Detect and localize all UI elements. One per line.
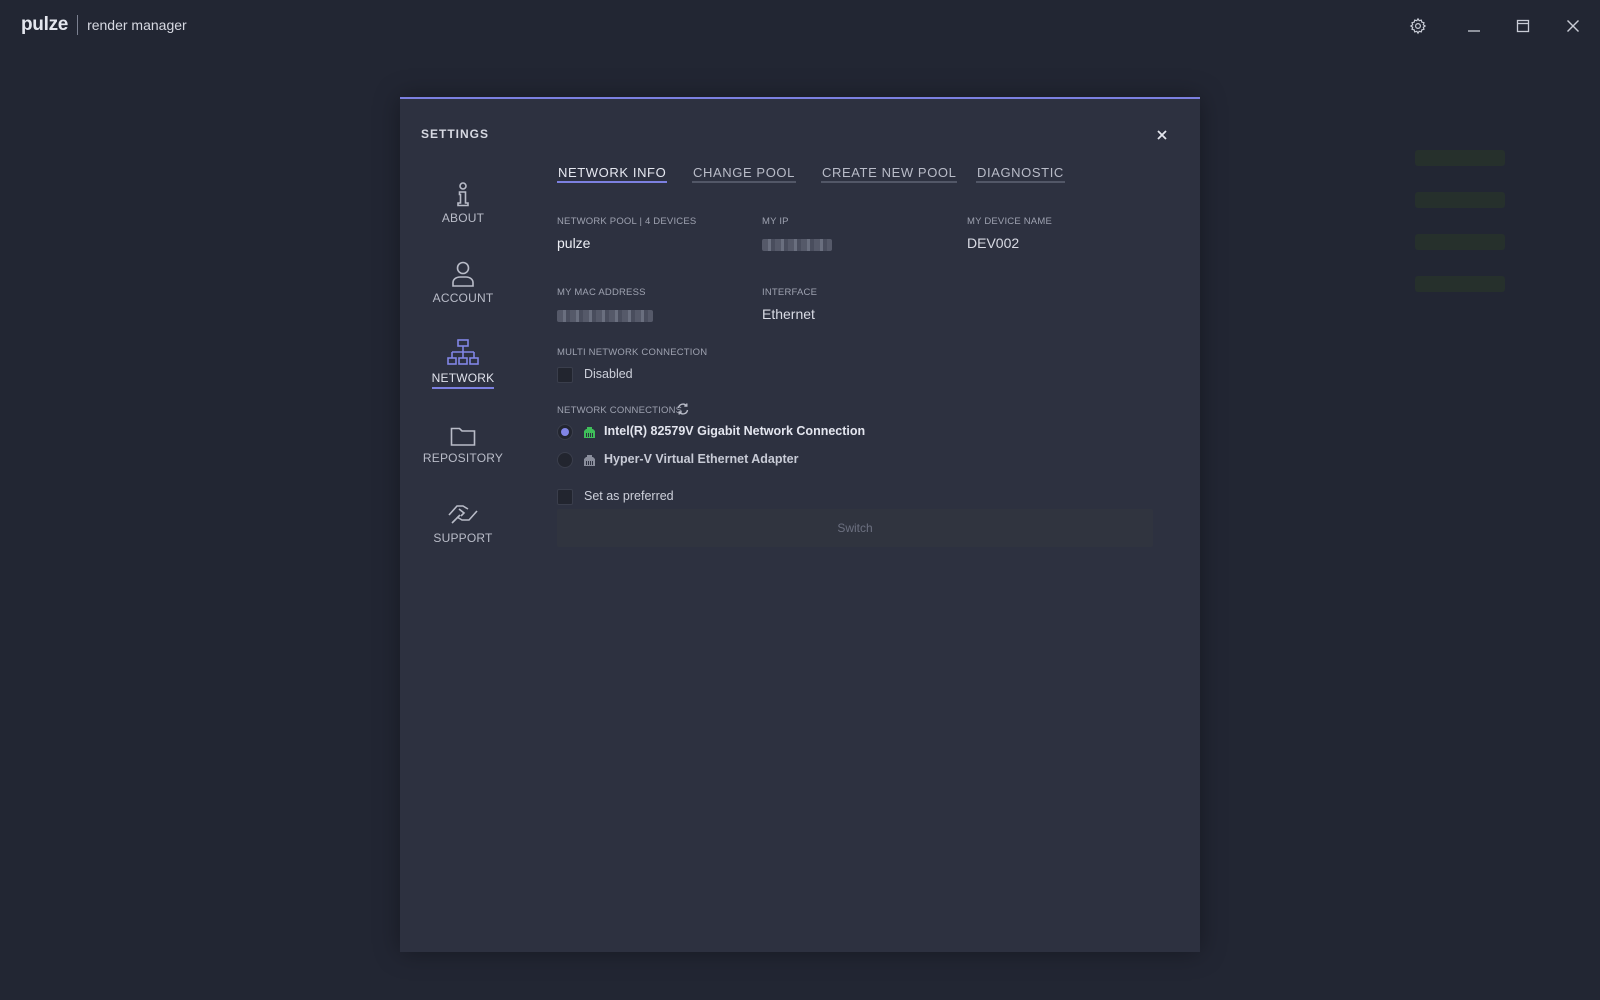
pool-label: NETWORK POOL | 4 DEVICES (557, 216, 697, 227)
sidebar-item-support[interactable]: SUPPORT (418, 497, 508, 545)
interface-label: INTERFACE (762, 287, 818, 298)
device-name-value: DEV002 (967, 235, 1020, 251)
device-name-label: MY DEVICE NAME (967, 216, 1052, 227)
ethernet-icon (583, 453, 596, 471)
ip-value-redacted (762, 239, 832, 251)
sidebar-item-repository[interactable]: REPOSITORY (418, 417, 508, 465)
sidebar-item-label: SUPPORT (433, 531, 493, 545)
sidebar-item-label: ACCOUNT (432, 291, 494, 305)
background-status (1415, 192, 1505, 208)
sidebar-item-label: REPOSITORY (422, 451, 504, 465)
handshake-icon (418, 497, 508, 527)
title-bar: pulze render manager (0, 0, 1600, 52)
app-subtitle: render manager (87, 17, 187, 33)
tab-diagnostic[interactable]: DIAGNOSTIC (976, 165, 1065, 183)
multi-network-checkbox[interactable] (557, 367, 573, 383)
close-window-icon[interactable] (1561, 14, 1585, 38)
tab-network-info[interactable]: NETWORK INFO (557, 165, 668, 183)
mac-address-redacted (557, 310, 653, 322)
app-brand: pulze render manager (21, 14, 187, 36)
settings-dialog: SETTINGS ABOUT ACCOUNT NETWORK REPOSITOR… (400, 97, 1200, 952)
switch-button[interactable]: Switch (557, 509, 1153, 547)
minimize-icon[interactable] (1462, 14, 1486, 38)
sidebar-item-label: ABOUT (441, 211, 485, 225)
tab-create-new-pool[interactable]: CREATE NEW POOL (821, 165, 958, 183)
background-status (1415, 276, 1505, 292)
dialog-title: SETTINGS (421, 127, 490, 141)
connection-radio-intel[interactable] (557, 424, 573, 440)
brand-divider (77, 15, 79, 35)
connection-radio-hyperv[interactable] (557, 452, 573, 468)
network-connections-label: NETWORK CONNECTIONS (557, 405, 683, 416)
set-preferred-checkbox[interactable] (557, 489, 573, 505)
network-icon (418, 337, 508, 367)
ip-label: MY IP (762, 216, 789, 227)
sidebar-item-about[interactable]: ABOUT (418, 177, 508, 225)
pool-value: pulze (557, 235, 591, 251)
background-status (1415, 150, 1505, 166)
connection-label-intel[interactable]: Intel(R) 82579V Gigabit Network Connecti… (604, 424, 865, 438)
user-icon (418, 257, 508, 287)
multi-network-label: MULTI NETWORK CONNECTION (557, 347, 708, 358)
tab-change-pool[interactable]: CHANGE POOL (692, 165, 796, 183)
app-logo: pulze (21, 14, 69, 35)
sidebar-item-label: NETWORK (431, 371, 495, 389)
mac-address-label: MY MAC ADDRESS (557, 287, 646, 298)
interface-value: Ethernet (762, 306, 815, 322)
gear-icon[interactable] (1406, 14, 1430, 38)
background-status (1415, 234, 1505, 250)
info-icon (418, 177, 508, 207)
close-dialog-button[interactable] (1153, 126, 1171, 144)
refresh-icon[interactable] (676, 402, 690, 421)
maximize-icon[interactable] (1511, 14, 1535, 38)
sidebar-item-network[interactable]: NETWORK (418, 337, 508, 389)
sidebar-item-account[interactable]: ACCOUNT (418, 257, 508, 305)
folder-icon (418, 417, 508, 447)
set-preferred-label: Set as preferred (584, 489, 674, 503)
ethernet-icon (583, 425, 596, 443)
connection-label-hyperv[interactable]: Hyper-V Virtual Ethernet Adapter (604, 452, 799, 466)
multi-network-value: Disabled (584, 367, 633, 381)
